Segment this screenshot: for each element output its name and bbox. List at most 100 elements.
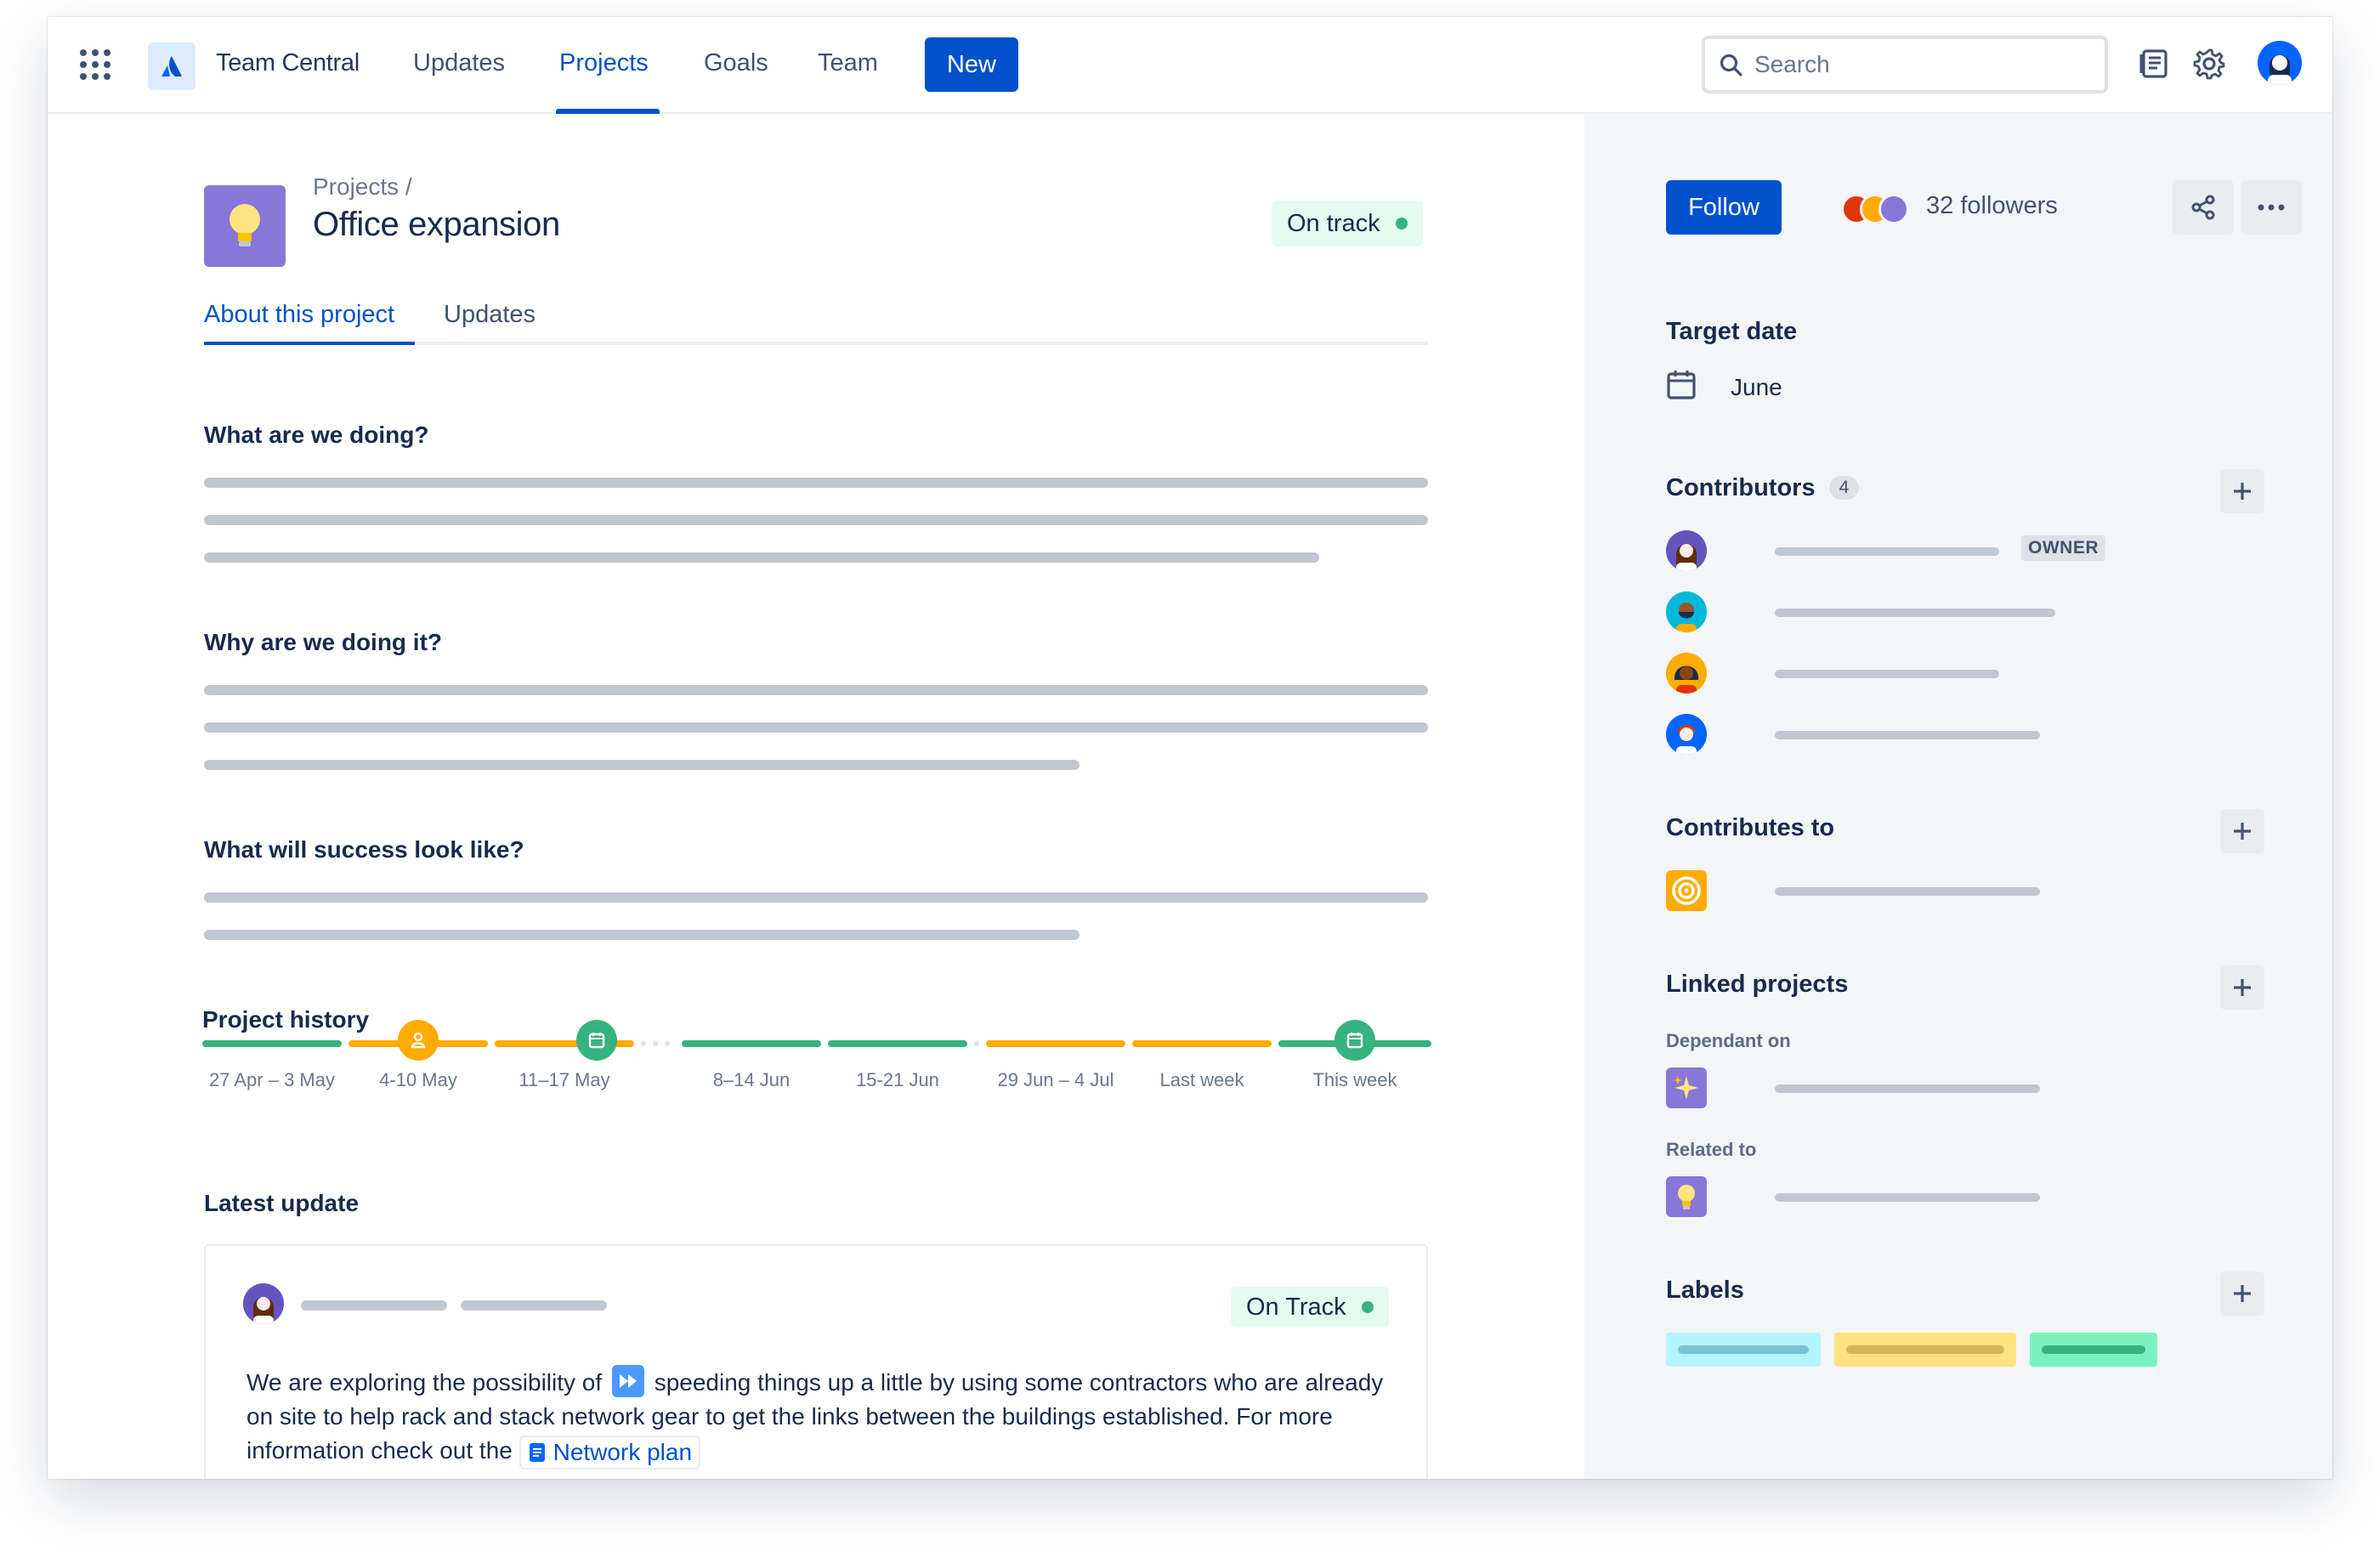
breadcrumb[interactable]: Projects / bbox=[313, 173, 412, 201]
contributor-avatar[interactable] bbox=[1666, 530, 1707, 571]
add-linked-project-button[interactable] bbox=[2220, 965, 2264, 1010]
history-week-label: 27 Apr – 3 May bbox=[209, 1069, 335, 1090]
lightbulb-project-icon[interactable] bbox=[1666, 1176, 1707, 1217]
dependant-on-heading: Dependant on bbox=[1666, 1030, 1791, 1051]
new-button[interactable]: New bbox=[925, 37, 1018, 92]
update-text-before: We are exploring the possibility of bbox=[246, 1369, 603, 1396]
history-week-label: Last week bbox=[1159, 1069, 1244, 1090]
plus-icon bbox=[2234, 979, 2251, 996]
contributes-to-heading: Contributes to bbox=[1666, 814, 1835, 841]
product-name[interactable]: Team Central bbox=[216, 49, 360, 77]
nav-updates[interactable]: Updates bbox=[413, 49, 505, 77]
history-segment[interactable] bbox=[682, 1040, 821, 1047]
contributor-avatar[interactable] bbox=[1666, 592, 1707, 632]
history-date-change-icon[interactable] bbox=[576, 1020, 617, 1061]
history-week-label: 15-21 Jun bbox=[856, 1069, 939, 1090]
project-history-heading: Project history bbox=[202, 1006, 370, 1033]
more-horizontal-icon bbox=[2258, 204, 2285, 211]
project-status-badge[interactable]: On track bbox=[1272, 201, 1423, 246]
placeholder-line bbox=[204, 930, 1080, 940]
share-button[interactable] bbox=[2173, 180, 2234, 235]
label-chip[interactable] bbox=[1834, 1333, 2016, 1367]
network-plan-link[interactable]: Network plan bbox=[518, 1435, 701, 1469]
follower-avatar bbox=[1878, 194, 1909, 224]
user-avatar[interactable] bbox=[2258, 41, 2302, 85]
plus-icon bbox=[2234, 823, 2251, 840]
top-navigation: Team Central Updates Projects Goals Team… bbox=[48, 17, 2332, 114]
settings-gear-icon[interactable] bbox=[2193, 48, 2225, 80]
goal-target-icon[interactable] bbox=[1666, 870, 1707, 911]
sparkle-project-icon[interactable] bbox=[1666, 1067, 1707, 1108]
contributors-heading-text: Contributors bbox=[1666, 474, 1816, 501]
follow-button[interactable]: Follow bbox=[1666, 180, 1782, 235]
label-chip[interactable] bbox=[1666, 1333, 1821, 1367]
project-tabs: About this project Updates bbox=[204, 301, 1428, 345]
update-date-placeholder bbox=[461, 1300, 607, 1311]
placeholder-line bbox=[204, 892, 1428, 903]
labels-heading: Labels bbox=[1666, 1277, 1744, 1304]
author-avatar[interactable] bbox=[243, 1283, 284, 1324]
history-gap bbox=[665, 1041, 670, 1046]
plus-icon bbox=[2234, 483, 2251, 500]
linked-project-placeholder bbox=[1775, 1084, 2040, 1093]
owner-badge: OWNER bbox=[2021, 535, 2105, 561]
placeholder-line bbox=[204, 515, 1428, 525]
target-date-value[interactable]: June bbox=[1731, 374, 1782, 401]
tab-updates[interactable]: Updates bbox=[444, 301, 536, 329]
project-main: Projects / Office expansion On track Abo… bbox=[48, 114, 1584, 1479]
history-segment[interactable] bbox=[986, 1040, 1125, 1047]
section-heading-why: Why are we doing it? bbox=[204, 629, 443, 655]
nav-goals[interactable]: Goals bbox=[704, 49, 768, 77]
contributor-avatar[interactable] bbox=[1666, 653, 1707, 694]
share-icon bbox=[2191, 195, 2215, 220]
contributor-name-placeholder bbox=[1775, 670, 1999, 678]
add-label-button[interactable] bbox=[2220, 1271, 2264, 1316]
author-name-placeholder bbox=[301, 1300, 447, 1311]
update-status-badge: On Track bbox=[1231, 1287, 1389, 1328]
project-history-timeline: 27 Apr – 3 May 4-10 May 11–17 May 8–14 J… bbox=[202, 1020, 1431, 1125]
project-sidebar: Follow 32 followers Target date June Con… bbox=[1584, 114, 2332, 1479]
calendar-icon bbox=[1667, 371, 1696, 399]
latest-update-card[interactable]: On Track We are exploring the possibilit… bbox=[204, 1244, 1428, 1479]
nav-projects[interactable]: Projects bbox=[559, 49, 649, 77]
history-gap bbox=[641, 1041, 646, 1046]
app-window: Team Central Updates Projects Goals Team… bbox=[48, 17, 2332, 1479]
status-text: On track bbox=[1287, 209, 1380, 237]
history-segment[interactable] bbox=[1132, 1040, 1272, 1047]
placeholder-line bbox=[204, 552, 1319, 563]
lightbulb-icon bbox=[204, 185, 286, 267]
contributor-name-placeholder bbox=[1775, 609, 2055, 617]
update-body: We are exploring the possibility of spee… bbox=[246, 1365, 1402, 1469]
contributor-avatar[interactable] bbox=[1666, 714, 1707, 755]
follower-avatars[interactable] bbox=[1841, 194, 1926, 224]
section-heading-success: What will success look like? bbox=[204, 836, 524, 863]
update-status-text: On Track bbox=[1246, 1293, 1346, 1321]
page-title: Office expansion bbox=[313, 206, 560, 243]
history-gap bbox=[653, 1041, 658, 1046]
history-week-label: 11–17 May bbox=[518, 1069, 610, 1090]
history-date-change-icon[interactable] bbox=[1334, 1020, 1375, 1061]
history-segment[interactable] bbox=[202, 1040, 342, 1047]
history-contributor-change-icon[interactable] bbox=[398, 1020, 439, 1061]
app-switcher-icon[interactable] bbox=[80, 49, 110, 80]
linked-projects-heading: Linked projects bbox=[1666, 971, 1849, 998]
history-segment[interactable] bbox=[828, 1040, 967, 1047]
search-box[interactable] bbox=[1702, 36, 2108, 93]
contributors-heading: Contributors 4 bbox=[1666, 474, 1860, 502]
add-goal-button[interactable] bbox=[2220, 809, 2264, 853]
status-dot-icon bbox=[1361, 1301, 1374, 1313]
more-actions-button[interactable] bbox=[2241, 180, 2302, 235]
latest-update-heading: Latest update bbox=[204, 1190, 360, 1216]
search-input[interactable] bbox=[1754, 46, 2094, 83]
atlassian-logo-icon[interactable] bbox=[148, 42, 196, 90]
goal-name-placeholder bbox=[1775, 887, 2040, 896]
placeholder-line bbox=[204, 685, 1428, 695]
placeholder-line bbox=[204, 760, 1080, 770]
label-chip[interactable] bbox=[2030, 1333, 2157, 1367]
tab-about[interactable]: About this project bbox=[204, 301, 394, 329]
status-dot-icon bbox=[1395, 218, 1408, 229]
nav-team[interactable]: Team bbox=[818, 49, 878, 77]
notes-icon[interactable] bbox=[2139, 48, 2169, 80]
add-contributor-button[interactable] bbox=[2220, 469, 2264, 513]
followers-count[interactable]: 32 followers bbox=[1926, 192, 2058, 220]
